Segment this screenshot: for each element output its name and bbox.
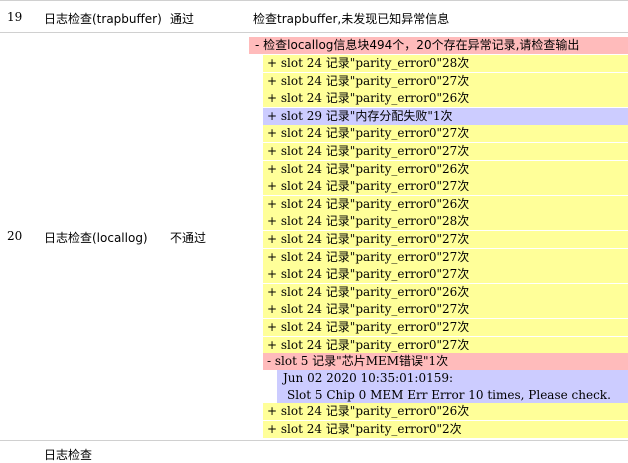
record-item[interactable]: + slot 29 记录"内存分配失败"1次 bbox=[263, 107, 628, 125]
record-item[interactable]: + slot 24 记录"parity_error0"27次 bbox=[263, 248, 628, 266]
record-item[interactable]: + slot 24 记录"parity_error0"28次 bbox=[263, 213, 628, 231]
record-item[interactable]: + slot 24 记录"parity_error0"26次 bbox=[263, 160, 628, 178]
record-item[interactable]: + slot 24 记录"parity_error0"27次 bbox=[263, 231, 628, 248]
record-item[interactable]: + slot 24 记录"parity_error0"27次 bbox=[263, 301, 628, 319]
check-detail: 检查trapbuffer,未发现已知异常信息 bbox=[253, 12, 450, 26]
record-item[interactable]: + slot 24 记录"parity_error0"27次 bbox=[263, 178, 628, 196]
check-status: 通过 bbox=[170, 12, 195, 26]
record-label: + slot 24 记录"parity_error0"27次 bbox=[267, 232, 470, 246]
row-divider-20-21 bbox=[0, 440, 628, 441]
record-item[interactable]: + slot 24 记录"parity_error0"27次 bbox=[263, 143, 628, 160]
record-label: + slot 24 记录"parity_error0"2次 bbox=[267, 421, 462, 436]
record-label: + slot 24 记录"parity_error0"27次 bbox=[267, 144, 470, 158]
record-item[interactable]: + slot 24 记录"parity_error0"28次 bbox=[263, 55, 628, 72]
record-item[interactable]: + slot 24 记录"parity_error0"26次 bbox=[263, 283, 628, 301]
record-label: + slot 24 记录"parity_error0"27次 bbox=[267, 302, 470, 317]
record-item[interactable]: + slot 24 记录"parity_error0"27次 bbox=[263, 72, 628, 90]
record-label: + slot 24 记录"parity_error0"26次 bbox=[267, 196, 470, 211]
row-divider-19-20 bbox=[0, 32, 628, 33]
record-label: + slot 24 记录"parity_error0"26次 bbox=[267, 91, 470, 106]
locallog-summary-toggle[interactable]: - 检查locallog信息块494个，20个存在异常记录,请检查输出 bbox=[249, 37, 628, 54]
record-detail-panel: Jun 02 2020 10:35:01:0159: Slot 5 Chip 0… bbox=[277, 370, 628, 404]
record-item[interactable]: + slot 24 记录"parity_error0"2次 bbox=[263, 420, 628, 438]
check-status: 不通过 bbox=[170, 231, 207, 245]
record-label: + slot 24 记录"parity_error0"28次 bbox=[267, 214, 470, 229]
record-slot5-toggle[interactable]: - slot 5 记录"芯片MEM错误"1次 bbox=[263, 353, 628, 370]
detail-message: Slot 5 Chip 0 MEM Err Error 10 times, Pl… bbox=[287, 388, 611, 402]
row-divider-top bbox=[0, 0, 628, 1]
record-label: - slot 5 记录"芯片MEM错误"1次 bbox=[267, 354, 449, 368]
record-item[interactable]: + slot 24 记录"parity_error0"27次 bbox=[263, 336, 628, 354]
record-item[interactable]: + slot 24 记录"parity_error0"27次 bbox=[263, 319, 628, 336]
record-label: + slot 24 记录"parity_error0"27次 bbox=[267, 320, 470, 334]
record-label: + slot 24 记录"parity_error0"27次 bbox=[267, 179, 470, 194]
record-label: + slot 24 记录"parity_error0"27次 bbox=[267, 249, 470, 264]
record-item[interactable]: + slot 24 记录"parity_error0"26次 bbox=[263, 90, 628, 108]
record-label: + slot 24 记录"parity_error0"27次 bbox=[267, 126, 470, 141]
check-item-name: 日志检查(locallog) bbox=[44, 231, 148, 245]
check-item-name: 日志检查(trapbuffer) bbox=[44, 12, 162, 26]
record-item[interactable]: + slot 24 记录"parity_error0"27次 bbox=[263, 266, 628, 284]
record-label: + slot 24 记录"parity_error0"27次 bbox=[267, 337, 470, 352]
record-item[interactable]: + slot 24 记录"parity_error0"27次 bbox=[263, 125, 628, 143]
record-item[interactable]: + slot 24 记录"parity_error0"26次 bbox=[263, 195, 628, 213]
record-label: + slot 24 记录"parity_error0"26次 bbox=[267, 161, 470, 176]
record-label: + slot 29 记录"内存分配失败"1次 bbox=[267, 108, 453, 123]
record-label: + slot 24 记录"parity_error0"26次 bbox=[267, 404, 470, 418]
row-number: 19 bbox=[7, 10, 23, 24]
row-number: 20 bbox=[7, 229, 23, 243]
record-label: + slot 24 记录"parity_error0"26次 bbox=[267, 284, 470, 299]
record-label: + slot 24 记录"parity_error0"27次 bbox=[267, 267, 470, 282]
record-label: + slot 24 记录"parity_error0"28次 bbox=[267, 56, 470, 70]
detail-timestamp: Jun 02 2020 10:35:01:0159: bbox=[283, 371, 454, 385]
record-label: + slot 24 记录"parity_error0"27次 bbox=[267, 73, 470, 88]
check-item-name: 日志检查 bbox=[44, 448, 93, 462]
record-item[interactable]: + slot 24 记录"parity_error0"26次 bbox=[263, 403, 628, 420]
summary-text: - 检查locallog信息块494个，20个存在异常记录,请检查输出 bbox=[255, 38, 580, 52]
